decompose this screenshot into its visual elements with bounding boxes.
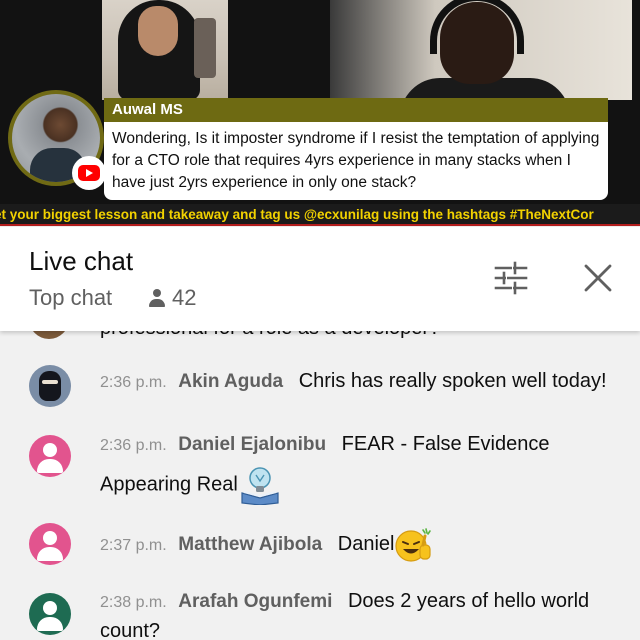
avatar	[29, 331, 69, 339]
lightbulb-book-emoji	[241, 467, 279, 505]
overlay-commenter-name: Auwal MS	[104, 98, 608, 122]
default-green-avatar[interactable]	[29, 593, 71, 635]
viewer-count-value: 42	[172, 285, 197, 310]
chat-message-time: 2:36 p.m.	[100, 374, 167, 391]
live-video-player[interactable]: Auwal MS Wondering, Is it imposter syndr…	[0, 0, 640, 226]
chat-message-author[interactable]: Arafah Ogunfemi	[178, 591, 332, 612]
chat-message-time: 2:38 p.m.	[100, 594, 167, 611]
chat-message-time: 2:36 p.m.	[100, 437, 167, 454]
chat-message-time: 2:37 p.m.	[100, 537, 167, 554]
chat-title: Live chat	[29, 246, 134, 276]
chat-message-author[interactable]: Matthew Ajibola	[178, 534, 322, 555]
chat-message-author[interactable]: Daniel Ejalonibu	[178, 434, 326, 455]
participant-video-left	[102, 0, 228, 100]
overlay-question: Wondering, Is it imposter syndrome if I …	[104, 122, 608, 200]
chat-message-text: Chris has really spoken well today!	[298, 370, 607, 392]
ninja-avatar[interactable]	[29, 365, 71, 407]
chat-message-list[interactable]: professional for a role as a developer? …	[0, 331, 640, 640]
chat-message-partial: professional for a role as a developer?	[0, 331, 640, 341]
chat-mode-selector[interactable]: Top chat	[29, 285, 112, 311]
ticker-text: et your biggest lesson and takeaway and …	[0, 207, 594, 222]
chat-message-text: Daniel	[337, 533, 395, 555]
participant-video-right	[330, 0, 632, 100]
chat-message-text: Does 2 years of hello world count?	[100, 590, 590, 640]
filter-icon[interactable]	[493, 260, 529, 296]
live-chat-header: Live chat Top chat 42	[0, 227, 640, 331]
ticker-divider	[0, 224, 640, 226]
close-icon[interactable]	[580, 260, 616, 296]
viewer-count: 42	[148, 285, 196, 311]
default-pink-avatar[interactable]	[29, 435, 71, 477]
default-pink-avatar[interactable]	[29, 523, 71, 565]
person-icon	[148, 288, 166, 308]
chat-message-text: professional for a role as a developer?	[100, 331, 440, 340]
youtube-icon	[72, 156, 106, 190]
chat-message-author[interactable]: Akin Aguda	[178, 371, 283, 392]
grinning-thumbs-up-emoji	[395, 527, 432, 562]
ticker-banner: et your biggest lesson and takeaway and …	[0, 204, 640, 226]
